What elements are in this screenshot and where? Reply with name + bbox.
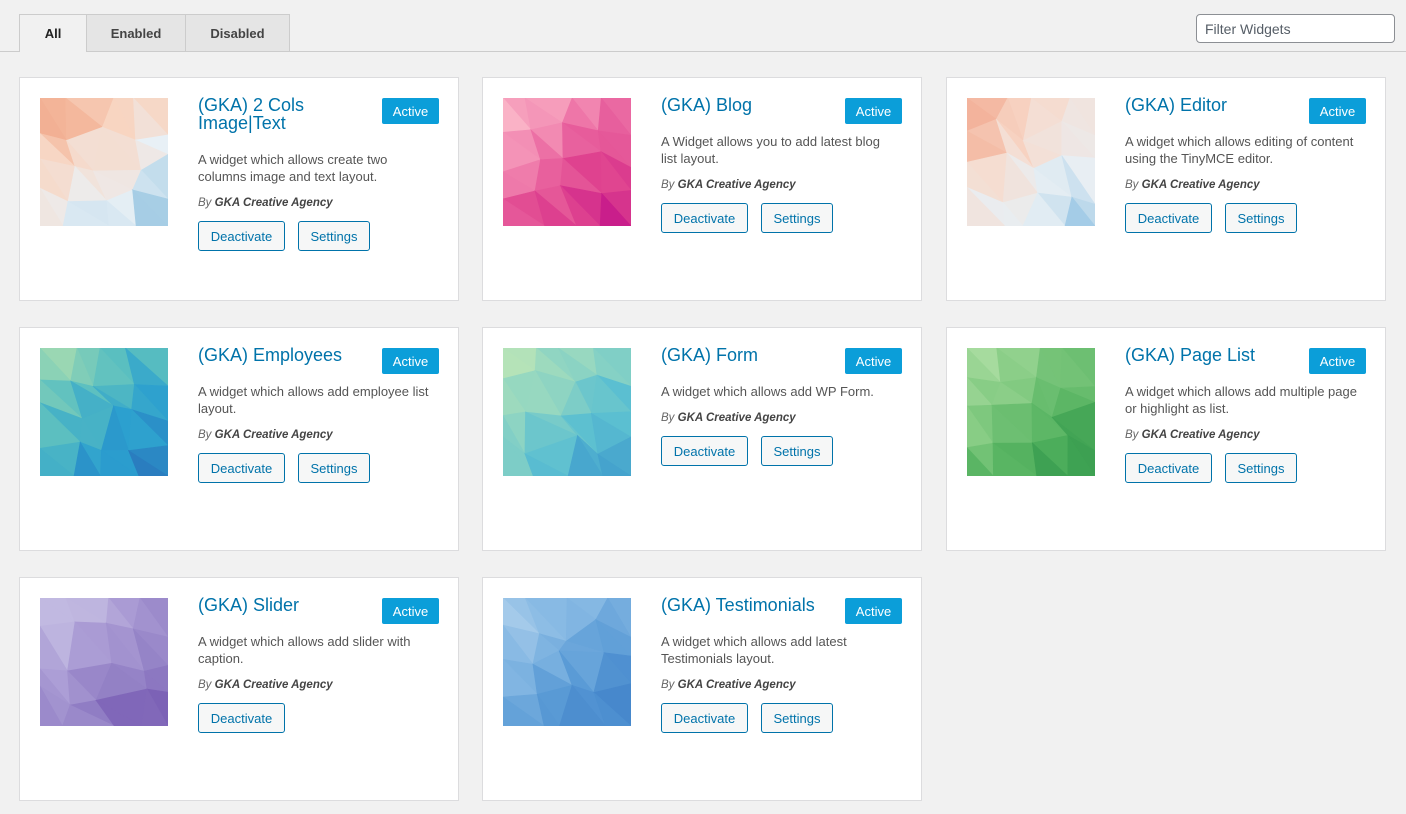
widget-description: A widget which allows add latest Testimo… [661,634,847,666]
widget-card: (GKA) Testimonials Active A widget which a… [482,577,922,801]
widget-description: A Widget allows you to add latest blog l… [661,134,880,166]
widget-description: A widget which allows add WP Form. [661,384,874,399]
settings-button[interactable]: Settings [761,703,833,733]
widget-description: A widget which allows add slider with ca… [198,634,411,666]
tab-enabled[interactable]: Enabled [86,14,186,51]
widget-author: By GKA Creative Agency [198,429,333,441]
filter-widgets-input[interactable] [1196,14,1395,43]
settings-button[interactable]: Settings [761,203,833,233]
widget-thumbnail [503,348,631,476]
widget-title[interactable]: (GKA) Slider [198,596,376,614]
author-prefix: By [1125,429,1139,441]
widget-thumbnail [967,98,1095,226]
widget-description: A widget which allows create two columns… [198,152,388,184]
tab-disabled[interactable]: Disabled [185,14,290,51]
author-name: GKA Creative Agency [214,429,333,441]
widget-card: (GKA) 2 Cols Image|Text Active A widget wh… [19,77,459,301]
widget-card: (GKA) Blog Active A Widget allows you to a… [482,77,922,301]
widget-author: By GKA Creative Agency [661,179,796,191]
author-prefix: By [1125,179,1139,191]
status-badge: Active [845,98,902,124]
widget-card: (GKA) Slider Active A widget which allows … [19,577,459,801]
deactivate-button[interactable]: Deactivate [198,221,285,251]
widget-author: By GKA Creative Agency [198,679,333,691]
filter-tabs-bar: All Enabled Disabled [0,0,1406,52]
status-badge: Active [382,598,439,624]
widget-author: By GKA Creative Agency [661,412,796,424]
deactivate-button[interactable]: Deactivate [198,703,285,733]
settings-button[interactable]: Settings [1225,203,1297,233]
widget-description: A widget which allows add employee list … [198,384,429,416]
author-name: GKA Creative Agency [214,679,333,691]
widget-author: By GKA Creative Agency [661,679,796,691]
author-name: GKA Creative Agency [677,412,796,424]
widget-thumbnail [40,348,168,476]
deactivate-button[interactable]: Deactivate [661,436,748,466]
widget-thumbnail [40,598,168,726]
widget-title[interactable]: (GKA) Testimonials [661,596,839,614]
widget-description: A widget which allows editing of content… [1125,134,1354,166]
author-prefix: By [198,679,212,691]
author-prefix: By [198,429,212,441]
author-name: GKA Creative Agency [677,179,796,191]
author-prefix: By [198,197,212,209]
widget-thumbnail [503,598,631,726]
status-badge: Active [382,348,439,374]
settings-button[interactable]: Settings [298,221,370,251]
author-prefix: By [661,179,675,191]
widget-thumbnail [967,348,1095,476]
widget-title[interactable]: (GKA) Blog [661,96,839,114]
widget-card: (GKA) Page List Active A widget which allo… [946,327,1386,551]
deactivate-button[interactable]: Deactivate [661,203,748,233]
author-name: GKA Creative Agency [214,197,333,209]
settings-button[interactable]: Settings [298,453,370,483]
author-name: GKA Creative Agency [677,679,796,691]
widget-author: By GKA Creative Agency [1125,179,1260,191]
widget-title[interactable]: (GKA) 2 Cols Image|Text [198,96,376,132]
widget-card: (GKA) Employees Active A widget which allo… [19,327,459,551]
widget-title[interactable]: (GKA) Employees [198,346,376,364]
widget-description: A widget which allows add multiple page … [1125,384,1357,416]
tabs-divider [0,51,1406,52]
tab-all[interactable]: All [19,14,87,52]
settings-button[interactable]: Settings [1225,453,1297,483]
widget-title[interactable]: (GKA) Page List [1125,346,1303,364]
widget-author: By GKA Creative Agency [198,197,333,209]
status-badge: Active [845,348,902,374]
widget-thumbnail [503,98,631,226]
author-prefix: By [661,412,675,424]
widget-thumbnail [40,98,168,226]
status-badge: Active [845,598,902,624]
status-badge: Active [382,98,439,124]
deactivate-button[interactable]: Deactivate [1125,203,1212,233]
status-badge: Active [1309,98,1366,124]
widget-card: (GKA) Editor Active A widget which allows … [946,77,1386,301]
author-prefix: By [661,679,675,691]
settings-button[interactable]: Settings [761,436,833,466]
widget-author: By GKA Creative Agency [1125,429,1260,441]
deactivate-button[interactable]: Deactivate [198,453,285,483]
author-name: GKA Creative Agency [1141,429,1260,441]
deactivate-button[interactable]: Deactivate [661,703,748,733]
widget-card: (GKA) Form Active A widget which allows ad… [482,327,922,551]
author-name: GKA Creative Agency [1141,179,1260,191]
widget-title[interactable]: (GKA) Form [661,346,839,364]
widget-title[interactable]: (GKA) Editor [1125,96,1303,114]
deactivate-button[interactable]: Deactivate [1125,453,1212,483]
status-badge: Active [1309,348,1366,374]
